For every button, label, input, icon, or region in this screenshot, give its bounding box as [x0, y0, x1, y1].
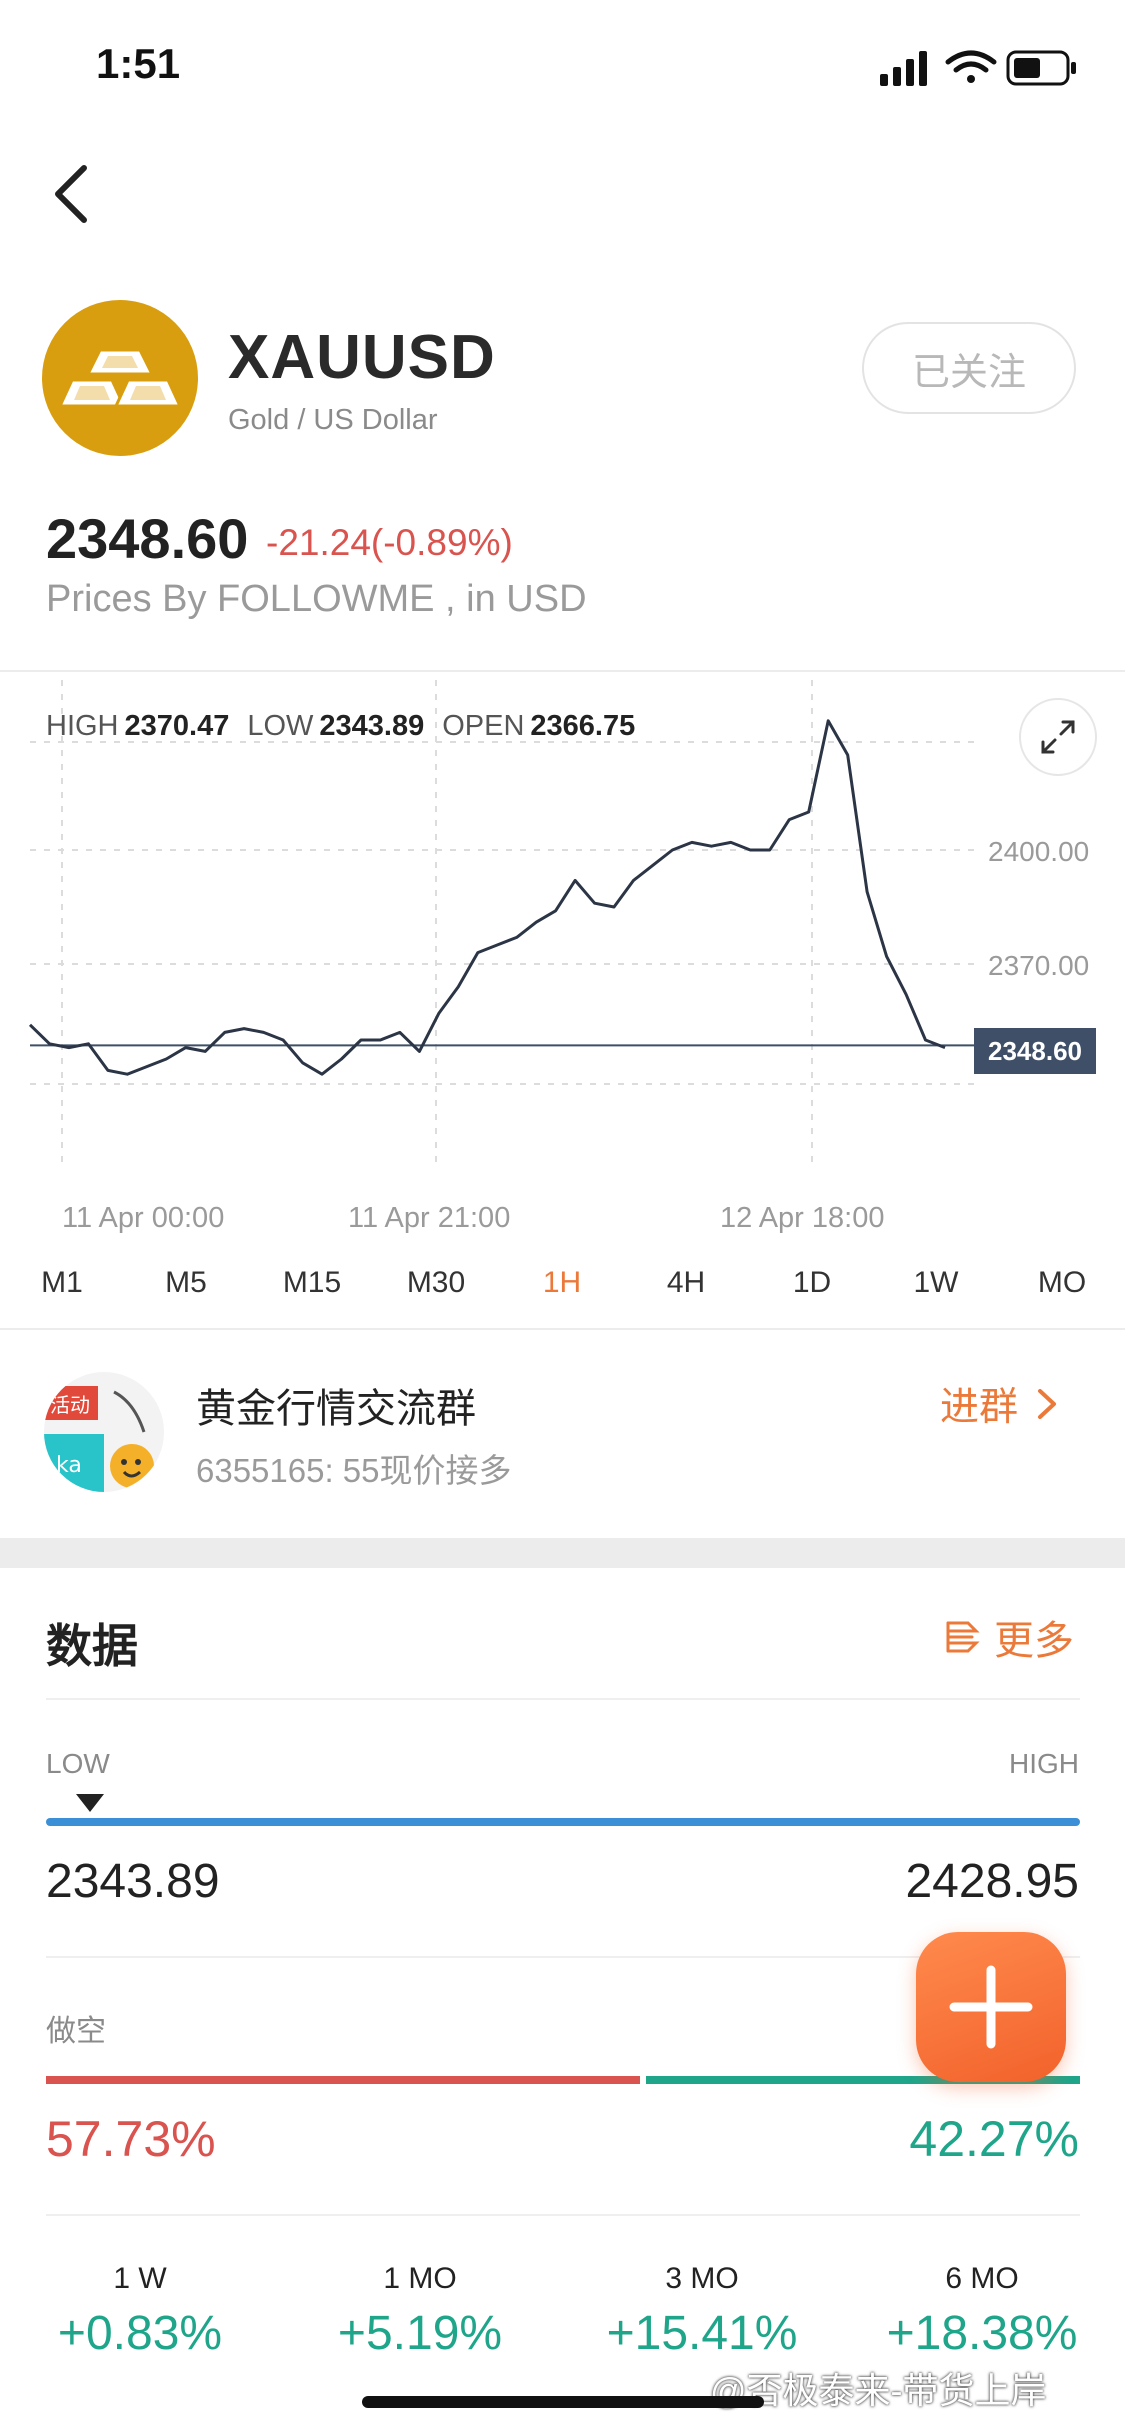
day-range-bar — [46, 1818, 1080, 1826]
divider — [0, 1328, 1125, 1330]
more-label: 更多 — [994, 1619, 1074, 1663]
timeframe-4h[interactable]: 4H — [667, 1266, 705, 1300]
perf-label-3mo: 3 MO — [665, 2262, 739, 2295]
perf-label-1w: 1 W — [113, 2262, 167, 2295]
battery-icon — [1006, 50, 1076, 86]
timeframe-1d[interactable]: 1D — [793, 1266, 831, 1300]
perf-label-1mo: 1 MO — [383, 2262, 457, 2295]
short-ratio-bar — [46, 2076, 640, 2084]
cellular-signal-icon — [880, 51, 927, 86]
divider — [46, 2214, 1080, 2216]
avatar-sub-text: ka — [56, 1453, 82, 1478]
long-percentage: 42.27% — [909, 2111, 1079, 2167]
low-stat: LOW 2343.89 — [247, 710, 425, 742]
chart-stats: HIGH 2370.47 LOW 2343.89 OPEN 2366.75 — [46, 710, 635, 743]
back-button[interactable] — [44, 158, 100, 230]
symbol-title: XAUUSD — [228, 323, 496, 392]
perf-value-1w: +0.83% — [57, 2307, 223, 2360]
y-tick-label: 2400.00 — [988, 836, 1090, 867]
expand-icon — [1041, 720, 1075, 754]
follow-button[interactable]: 已关注 — [862, 322, 1076, 414]
short-label: 做空 — [46, 2015, 106, 2048]
x-tick-label: 11 Apr 00:00 — [62, 1202, 225, 1234]
home-indicator[interactable] — [362, 2396, 764, 2408]
group-avatar[interactable]: 活动 ka — [44, 1372, 164, 1492]
join-label: 进群 — [940, 1386, 1019, 1429]
timeframe-m30[interactable]: M30 — [407, 1266, 465, 1300]
perf-value-1mo: +5.19% — [337, 2307, 503, 2360]
divider — [46, 1698, 1080, 1700]
range-marker — [76, 1794, 104, 1812]
data-section-title: 数据 — [46, 1620, 138, 1672]
expand-chart-button[interactable] — [1019, 698, 1097, 776]
timeframe-m15[interactable]: M15 — [283, 1266, 341, 1300]
current-price-tag: 2348.60 — [974, 1028, 1096, 1074]
more-button[interactable]: 更多 — [942, 1608, 1074, 1666]
price-change: -21.24(-0.89%) — [266, 522, 513, 563]
x-tick-label: 12 Apr 18:00 — [720, 1202, 885, 1234]
low-value: 2343.89 — [46, 1855, 220, 1908]
status-icons — [880, 50, 1076, 86]
avatar-badge-text: 活动 — [50, 1393, 90, 1417]
open-stat: OPEN 2366.75 — [442, 710, 636, 742]
chevron-right-icon — [1038, 1389, 1057, 1419]
list-icon — [946, 1621, 980, 1653]
price-series-line — [28, 719, 946, 1076]
plus-icon — [949, 1965, 1033, 2049]
y-tick-label: 2370.00 — [988, 950, 1090, 981]
short-percentage: 57.73% — [46, 2111, 216, 2167]
add-floating-button[interactable] — [916, 1932, 1066, 2082]
high-label: HIGH — [1009, 1748, 1079, 1779]
x-tick-label: 11 Apr 21:00 — [348, 1202, 511, 1234]
price-chart[interactable] — [0, 674, 1125, 1234]
perf-value-3mo: +15.41% — [606, 2307, 798, 2360]
gold-logo — [42, 300, 198, 456]
timeframe-1w[interactable]: 1W — [914, 1266, 959, 1300]
low-label: LOW — [46, 1748, 110, 1779]
section-separator — [0, 1538, 1125, 1568]
group-name[interactable]: 黄金行情交流群 — [196, 1376, 476, 1434]
high-stat: HIGH 2370.47 — [46, 710, 230, 742]
group-latest-message: 6355165: 55现价接多 — [196, 1452, 512, 1489]
wifi-icon — [945, 50, 997, 83]
high-value: 2428.95 — [905, 1855, 1079, 1908]
symbol-subtitle: Gold / US Dollar — [228, 404, 438, 436]
status-time: 1:51 — [96, 40, 181, 87]
divider — [0, 670, 1125, 672]
timeframe-m1[interactable]: M1 — [41, 1266, 83, 1300]
perf-value-6mo: +18.38% — [886, 2307, 1078, 2360]
timeframe-m5[interactable]: M5 — [165, 1266, 207, 1300]
current-price: 2348.60 — [46, 507, 249, 570]
gold-bars-icon — [57, 348, 183, 408]
price-source: Prices By FOLLOWME , in USD — [46, 578, 587, 620]
timeframe-1h[interactable]: 1H — [543, 1266, 581, 1300]
timeframe-mo[interactable]: MO — [1038, 1266, 1086, 1300]
perf-label-6mo: 6 MO — [945, 2262, 1019, 2295]
join-group-button[interactable]: 进群 — [940, 1376, 1058, 1432]
